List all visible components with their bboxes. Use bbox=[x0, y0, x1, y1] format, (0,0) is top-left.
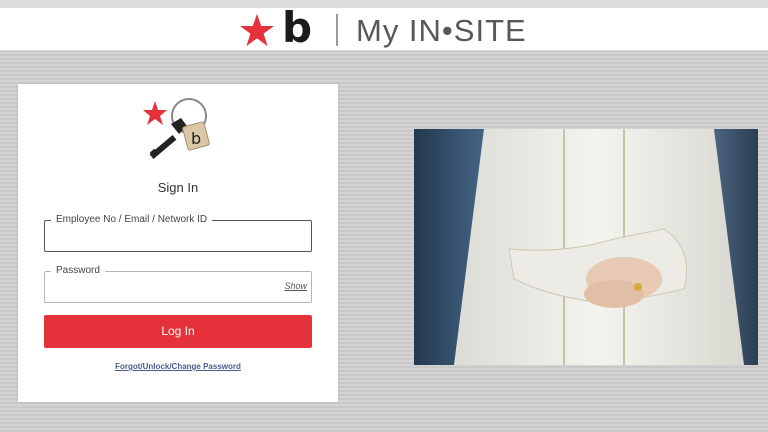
forgot-password-link[interactable]: Forgot/Unlock/Change Password bbox=[18, 362, 338, 371]
brand-mark: b bbox=[282, 3, 313, 52]
employee-id-field[interactable]: Employee No / Email / Network ID bbox=[44, 214, 312, 252]
robe-photo bbox=[414, 129, 758, 365]
sign-in-title: Sign In bbox=[157, 180, 199, 195]
password-input[interactable] bbox=[51, 278, 285, 298]
logo-tag-letter: b bbox=[191, 129, 201, 148]
employee-id-input[interactable] bbox=[51, 227, 285, 247]
show-password-toggle[interactable]: Show bbox=[284, 281, 307, 291]
log-in-button[interactable]: Log In bbox=[44, 315, 312, 348]
site-title: My IN•SITE bbox=[356, 13, 527, 48]
sign-in-card: b Sign In Employee No / Email / Network … bbox=[18, 84, 338, 402]
employee-id-label: Employee No / Email / Network ID bbox=[51, 214, 213, 226]
password-field[interactable]: Password Show bbox=[44, 265, 312, 303]
top-edge-strip bbox=[0, 0, 768, 8]
site-header: b My IN•SITE bbox=[0, 4, 768, 52]
password-label: Password bbox=[51, 265, 105, 277]
key-tag-logo-icon: b bbox=[143, 98, 210, 159]
star-logo-icon bbox=[240, 13, 274, 47]
header-divider bbox=[336, 14, 338, 46]
